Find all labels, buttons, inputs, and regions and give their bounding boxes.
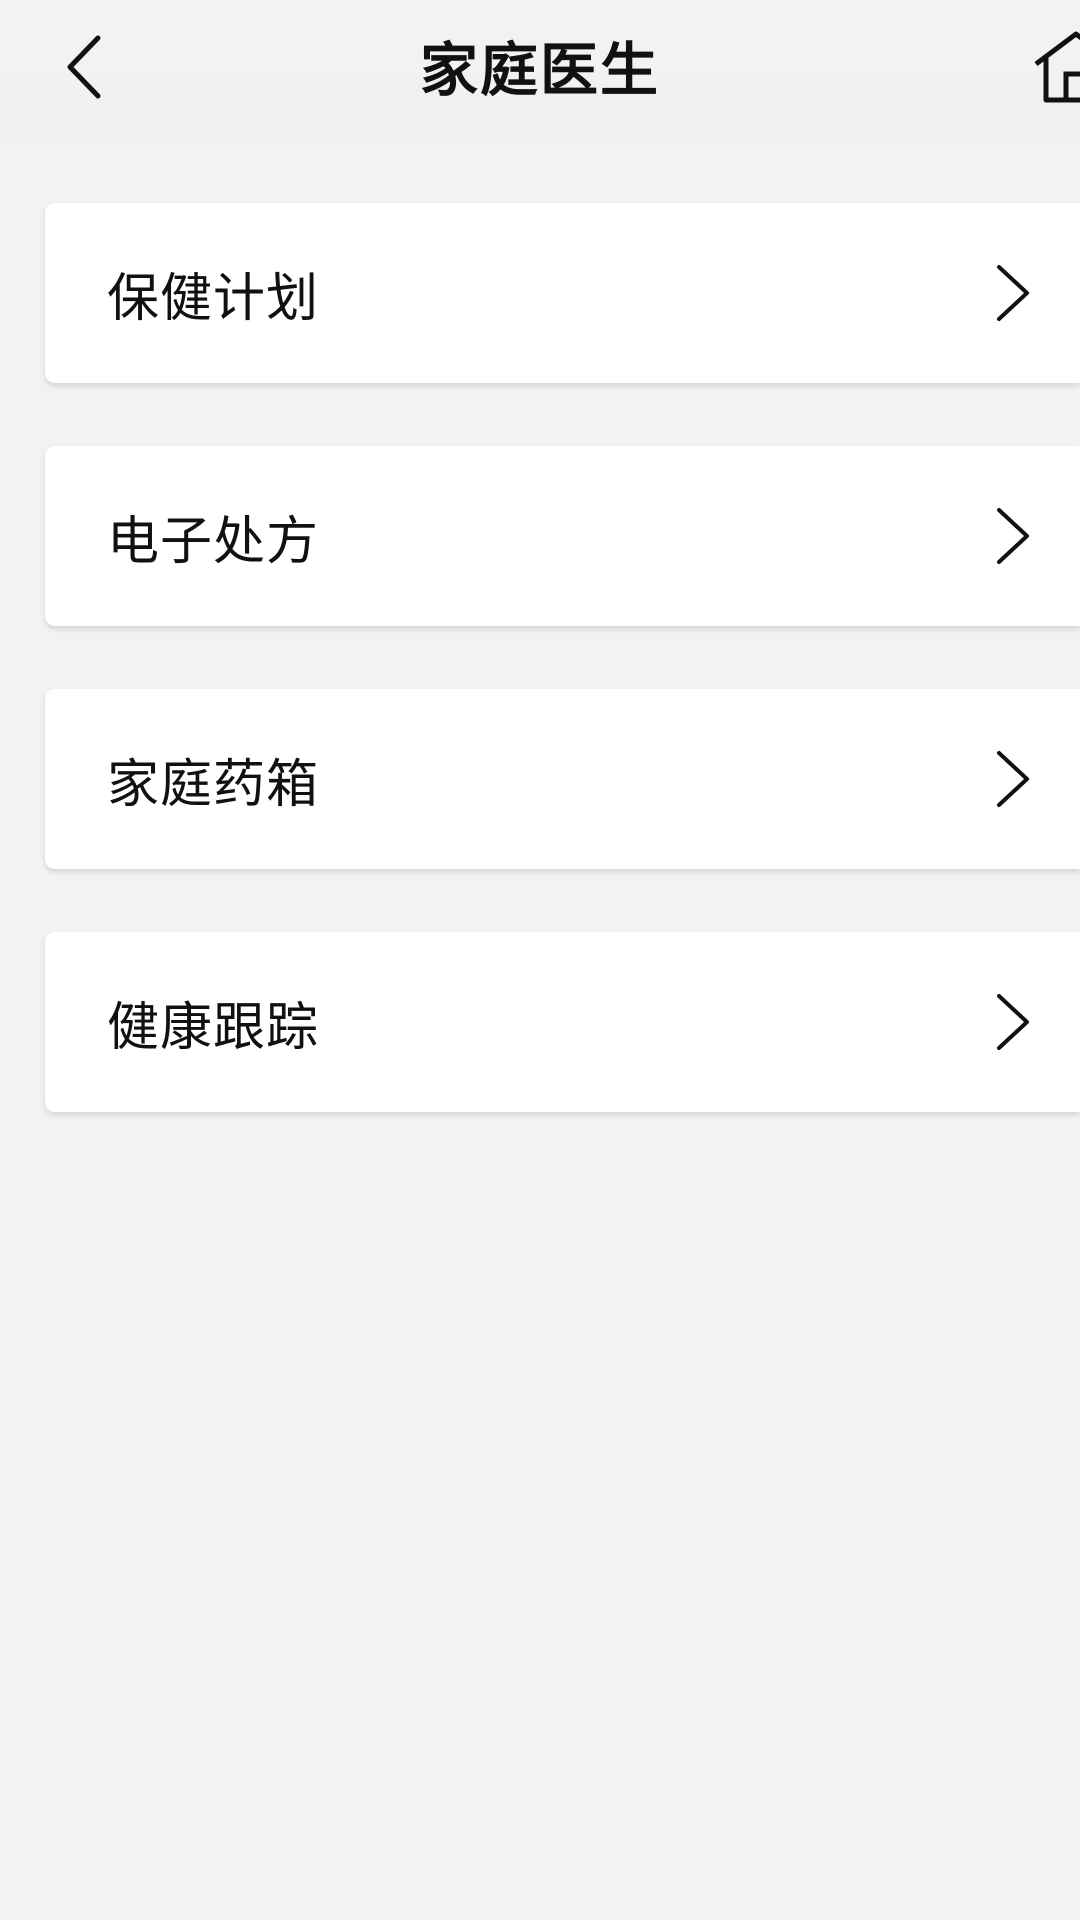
chevron-right-icon [997, 508, 1029, 564]
menu-item-label: 健康跟踪 [107, 997, 320, 1058]
menu-item-label: 电子处方 [107, 511, 320, 572]
menu-list: 保健计划 电子处方 家庭药箱 健康跟踪 [45, 203, 1080, 1175]
menu-item-e-prescription[interactable]: 电子处方 [45, 446, 1080, 626]
back-button[interactable] [40, 22, 130, 112]
menu-item-health-tracking[interactable]: 健康跟踪 [45, 932, 1080, 1112]
menu-item-family-medicine-cabinet[interactable]: 家庭药箱 [45, 689, 1080, 869]
home-button[interactable] [1030, 24, 1080, 110]
page-title: 家庭医生 [419, 36, 660, 104]
menu-item-label: 保健计划 [107, 268, 320, 329]
chevron-right-icon [997, 994, 1029, 1050]
chevron-right-icon [997, 751, 1029, 807]
chevron-right-icon [997, 265, 1029, 321]
home-icon [1034, 31, 1080, 103]
menu-item-health-plan[interactable]: 保健计划 [45, 203, 1080, 383]
chevron-left-icon [67, 35, 101, 99]
menu-item-label: 家庭药箱 [107, 754, 320, 815]
top-bar: 家庭医生 [0, 0, 1080, 140]
